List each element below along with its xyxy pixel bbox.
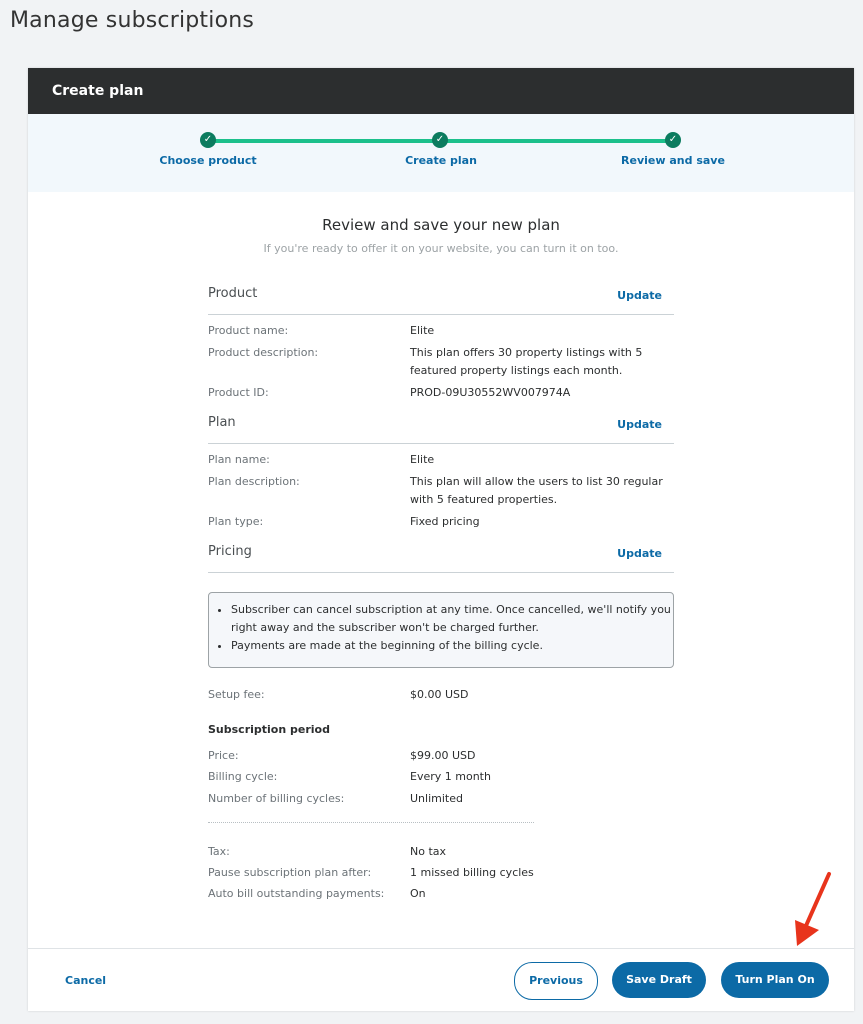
plan-update-link[interactable]: Update [617,418,662,431]
setup-fee-value: $0.00 USD [410,688,469,701]
pause-plan-key: Pause subscription plan after: [208,866,372,879]
dotted-divider [208,822,534,823]
plan-type-value: Fixed pricing [410,515,480,528]
product-id-value: PROD-09U30552WV007974A [410,386,571,399]
billing-cycles-count-key: Number of billing cycles: [208,792,345,805]
red-arrow-icon [795,872,831,946]
pricing-note: Subscriber can cancel subscription at an… [231,601,673,637]
tax-value: No tax [410,845,447,858]
step-label-create-plan[interactable]: Create plan [405,154,477,167]
billing-cycles-count-value: Unlimited [410,792,463,805]
pause-plan-value: 1 missed billing cycles [410,866,534,879]
price-key: Price: [208,749,239,762]
product-update-link[interactable]: Update [617,289,662,302]
product-name-value: Elite [410,324,435,337]
product-description-key: Product description: [208,346,319,359]
plan-section: Plan Update [208,415,674,444]
plan-name-key: Plan name: [208,453,270,466]
pricing-section: Pricing Update [208,544,674,573]
product-name-key: Product name: [208,324,289,337]
plan-description-key: Plan description: [208,475,300,488]
step-2-check-icon: ✓ [432,132,448,148]
plan-type-key: Plan type: [208,515,264,528]
product-description-value: This plan offers 30 property listings wi… [410,346,643,377]
page-title: Manage subscriptions [10,8,255,33]
previous-button[interactable]: Previous [514,962,598,1000]
create-plan-card: Create plan ✓ ✓ ✓ Choose product Create … [28,68,854,1011]
billing-cycle-key: Billing cycle: [208,770,278,783]
tax-key: Tax: [208,845,230,858]
plan-name-value: Elite [410,453,435,466]
step-label-review-and-save[interactable]: Review and save [621,154,725,167]
review-title: Review and save your new plan [322,216,560,234]
pricing-update-link[interactable]: Update [617,547,662,560]
auto-bill-value: On [410,887,426,900]
billing-cycle-value: Every 1 month [410,770,491,783]
footer-divider [28,948,854,949]
review-subtitle: If you're ready to offer it on your webs… [263,242,619,255]
setup-fee-key: Setup fee: [208,688,265,701]
plan-heading: Plan [208,415,236,430]
cancel-link[interactable]: Cancel [65,974,106,987]
step-label-choose-product[interactable]: Choose product [159,154,256,167]
pricing-notes-box: Subscriber can cancel subscription at an… [208,592,674,668]
pricing-heading: Pricing [208,544,252,559]
auto-bill-key: Auto bill outstanding payments: [208,887,385,900]
product-section: Product Update [208,286,674,315]
product-id-key: Product ID: [208,386,269,399]
product-section-header: Product Update [208,286,674,315]
save-draft-button[interactable]: Save Draft [612,962,706,998]
subscription-period-heading: Subscription period [208,723,330,736]
plan-description-value: This plan will allow the users to list 3… [410,475,663,506]
product-heading: Product [208,286,258,301]
pricing-section-header: Pricing Update [208,544,674,573]
step-3-check-icon: ✓ [665,132,681,148]
stepper: ✓ ✓ ✓ Choose product Create plan Review … [28,114,854,192]
step-1-check-icon: ✓ [200,132,216,148]
plan-section-header: Plan Update [208,415,674,444]
card-header: Create plan [28,68,854,114]
price-value: $99.00 USD [410,749,476,762]
pricing-note: Payments are made at the beginning of th… [231,637,673,655]
turn-plan-on-button[interactable]: Turn Plan On [721,962,829,998]
